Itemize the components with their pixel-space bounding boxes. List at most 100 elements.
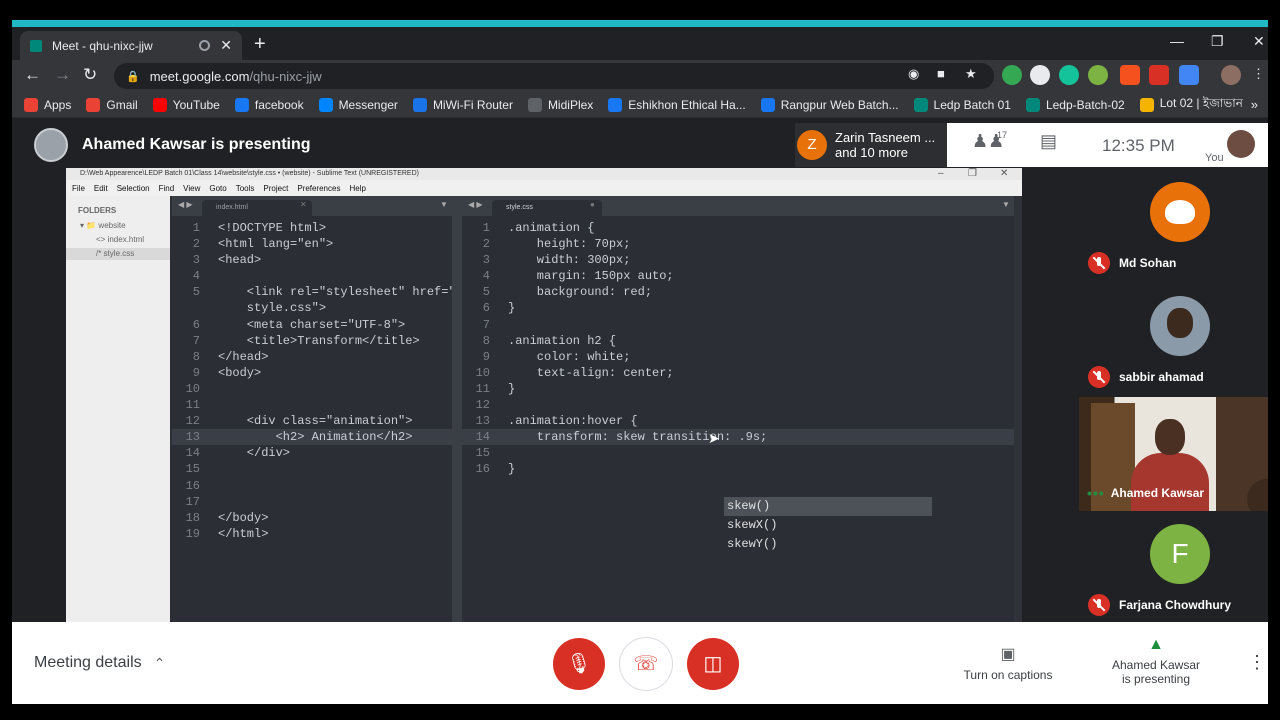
more-bookmarks-icon[interactable]: »: [1251, 97, 1258, 112]
minimap: [1014, 196, 1022, 623]
address-bar[interactable]: 🔒 meet.google.com /qhu-nixc-jjw: [114, 63, 994, 89]
line-number: 9: [482, 349, 490, 364]
code-line: 1 <!DOCTYPE html>: [172, 220, 452, 236]
code-text: <body>: [218, 365, 262, 380]
bookmark-item[interactable]: Lot 02 | ইজাভান: [1139, 95, 1243, 115]
captions-button[interactable]: ▣ Turn on captions: [958, 644, 1058, 682]
extension-icon[interactable]: [1120, 65, 1140, 85]
code-line: 10 text-align: center;: [462, 365, 1014, 381]
site-permissions-icon[interactable]: ◉: [908, 66, 919, 82]
grammarly-icon[interactable]: [1059, 65, 1079, 85]
code-text: </head>: [218, 349, 269, 364]
bookmark-item[interactable]: YouTube: [152, 97, 220, 112]
bookmark-item[interactable]: Ledp Batch 01: [913, 97, 1011, 112]
restore-icon: ❐: [968, 168, 977, 179]
line-number: 14: [185, 446, 200, 461]
extension-icon[interactable]: [1088, 65, 1108, 85]
browser-menu-icon[interactable]: ⋮: [1252, 66, 1265, 82]
code-line: 2 <html lang="en">: [172, 236, 452, 252]
code-text: <h2> Animation</h2>: [218, 430, 413, 445]
avatar: [1150, 182, 1210, 242]
meeting-clock: 12:35 PM: [1102, 136, 1175, 155]
code-text: <!DOCTYPE html>: [218, 221, 327, 235]
bookmark-item[interactable]: MidiPlex: [527, 97, 593, 112]
code-line: 14 transform: skew transition: .9s;: [462, 429, 1014, 446]
meet-stage: Ahamed Kawsar is presenting Z Zarin Tasn…: [12, 119, 1268, 623]
code-line: 19 </html>: [172, 526, 452, 542]
participant-name: Ahamed Kawsar: [1110, 486, 1205, 500]
bookmark-item[interactable]: facebook: [234, 97, 304, 112]
window-close-icon[interactable]: ✕: [1253, 33, 1265, 50]
extension-icon[interactable]: [1149, 65, 1169, 85]
bookmark-item[interactable]: Messenger: [318, 97, 398, 112]
pane-divider: [452, 196, 462, 623]
download-extension-icon[interactable]: [1002, 65, 1022, 85]
presenting-button[interactable]: ▲ Ahamed Kawsar is presenting: [1102, 636, 1210, 686]
meeting-details-button[interactable]: Meeting details ⌃: [34, 654, 165, 672]
menu-item: View: [183, 183, 201, 193]
line-number: 5: [192, 285, 200, 300]
globe-icon: [527, 97, 542, 112]
new-tab-button[interactable]: +: [254, 33, 266, 56]
code-line: 2 height: 70px;: [462, 236, 1014, 252]
people-count: 17: [997, 130, 1008, 140]
tab-meet[interactable]: Meet - qhu-nixc-jjw ✕: [20, 31, 242, 60]
menu-item: Help: [349, 183, 366, 193]
line-number: 5: [482, 285, 490, 300]
tab-title: Meet - qhu-nixc-jjw: [52, 38, 153, 53]
translate-icon[interactable]: [1179, 65, 1199, 85]
file-label: style.css: [103, 249, 135, 258]
participant-tile[interactable]: Md Sohan: [1088, 252, 1176, 274]
line-number: 10: [475, 365, 490, 380]
camera-tile[interactable]: ••• Ahamed Kawsar: [1079, 397, 1268, 511]
line-number: 11: [185, 398, 200, 413]
extension-icon[interactable]: [1030, 65, 1050, 85]
chat-icon[interactable]: ▤: [1040, 131, 1057, 152]
restore-icon[interactable]: ❐: [1211, 33, 1224, 50]
lock-icon: 🔒: [126, 70, 140, 83]
code-line: 9 color: white;: [462, 349, 1014, 365]
self-avatar: [1227, 130, 1255, 158]
code-text: height: 70px;: [508, 237, 631, 252]
presenting-line2: is presenting: [1121, 672, 1191, 686]
line-number: 19: [185, 526, 200, 541]
camera-toggle-button[interactable]: ◫: [687, 638, 739, 690]
line-number: 1: [482, 221, 490, 235]
more-options-icon[interactable]: ⋮: [1248, 652, 1266, 673]
mic-toggle-button[interactable]: 🎙: [553, 638, 605, 690]
code-line: 8 </head>: [172, 349, 452, 365]
join-notification[interactable]: Z Zarin Tasneem ... and 10 more: [795, 123, 947, 167]
profile-avatar[interactable]: [1221, 65, 1241, 85]
leave-call-button[interactable]: ☏: [620, 638, 672, 690]
line-number: 17: [185, 494, 200, 509]
code-line: 12 <div class="animation">: [172, 413, 452, 429]
camera-icon[interactable]: ■: [937, 66, 945, 81]
tab-strip: Meet - qhu-nixc-jjw ✕ + — ❐ ✕: [12, 27, 1268, 60]
minimize-icon[interactable]: —: [1170, 33, 1184, 49]
autocomplete-item: skewY(): [724, 535, 932, 554]
bookmark-label: YouTube: [172, 97, 220, 112]
bookmark-item[interactable]: MiWi-Fi Router: [412, 97, 513, 112]
notification-line1: Zarin Tasneem ...: [835, 130, 936, 145]
code-line: 8 .animation h2 {: [462, 333, 1014, 349]
file-label: index.html: [107, 235, 145, 244]
notification-text: Zarin Tasneem ... and 10 more: [835, 130, 935, 160]
participant-tile[interactable]: sabbir ahamad: [1088, 366, 1204, 388]
participant-tile[interactable]: Farjana Chowdhury: [1088, 594, 1231, 616]
tab-close-icon[interactable]: ✕: [220, 37, 232, 54]
bookmark-item[interactable]: Eshikhon Ethical Ha...: [608, 97, 746, 112]
bookmark-item[interactable]: Ledp-Batch-02: [1025, 97, 1125, 112]
code-line: 13 .animation:hover {: [462, 413, 1014, 429]
forward-icon[interactable]: →: [54, 65, 71, 85]
bookmark-star-icon[interactable]: ★: [965, 66, 977, 82]
presenter-banner: Ahamed Kawsar is presenting: [34, 128, 311, 162]
avatar: [1150, 296, 1210, 356]
menu-item: Edit: [93, 183, 108, 193]
reload-icon[interactable]: ↻: [83, 65, 97, 85]
bookmark-item[interactable]: Gmail: [86, 97, 138, 112]
line-number: 10: [185, 381, 200, 396]
bookmark-item[interactable]: Rangpur Web Batch...: [760, 97, 899, 112]
back-icon[interactable]: ←: [24, 65, 41, 85]
bookmark-item[interactable]: Apps: [24, 97, 71, 112]
bookmark-label: Messenger: [338, 97, 398, 112]
